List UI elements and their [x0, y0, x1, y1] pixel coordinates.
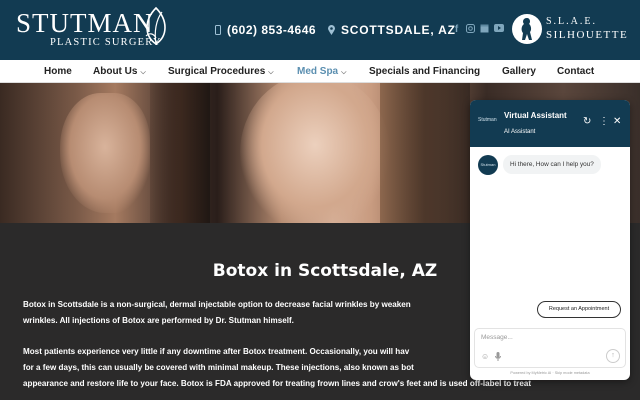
chevron-down-icon: ⌵: [140, 69, 146, 76]
header-bar: STUTMAN PLASTIC SURGERY (602) 853-4646 S…: [0, 0, 640, 60]
main-nav: Home About Us ⌵ Surgical Procedures ⌵ Med …: [0, 60, 640, 83]
slae-title: S.L.A.E.: [546, 16, 597, 27]
location-link[interactable]: SCOTTSDALE, AZ: [328, 23, 456, 37]
chevron-down-icon: ⌵: [268, 69, 274, 76]
map-pin-icon: [328, 25, 335, 35]
phone-link[interactable]: (602) 853-4646: [215, 23, 316, 37]
chat-logo: Stutman: [478, 117, 497, 123]
chat-header: Stutman Virtual Assistant AI Assistant ↻…: [470, 100, 630, 147]
leaf-logo-icon: [145, 6, 166, 45]
nav-item-contact[interactable]: Contact: [557, 66, 594, 77]
nav-item-surgical-procedures[interactable]: Surgical Procedures ⌵: [168, 66, 274, 77]
silhouette-badge-icon: [512, 14, 542, 44]
slae-silhouette-logo[interactable]: S.L.A.E. SILHOUETTE: [512, 14, 630, 46]
stutman-logo[interactable]: STUTMAN PLASTIC SURGERY: [16, 6, 176, 54]
phone-icon: [215, 25, 221, 35]
nav-item-specials-and-financing[interactable]: Specials and Financing: [369, 66, 480, 77]
microphone-icon[interactable]: [495, 352, 501, 363]
social-links: f: [452, 24, 504, 35]
nav-item-home[interactable]: Home: [44, 66, 72, 77]
google-my-business-icon[interactable]: [480, 24, 489, 35]
chat-title: Virtual Assistant: [504, 111, 567, 120]
instagram-icon[interactable]: [466, 24, 475, 35]
chat-input-placeholder: Message...: [481, 334, 513, 341]
send-icon[interactable]: ↑: [606, 349, 620, 363]
more-options-icon[interactable]: ⋮: [599, 116, 609, 128]
bot-message: Hi there, How can I help you?: [503, 155, 601, 174]
nav-item-gallery[interactable]: Gallery: [502, 66, 536, 77]
logo-wordmark: STUTMAN: [16, 8, 154, 38]
hero-face-profile: [60, 93, 150, 213]
location-text: SCOTTSDALE, AZ: [341, 23, 456, 37]
facebook-icon[interactable]: f: [452, 24, 461, 35]
bot-avatar: Stutman: [478, 155, 498, 175]
emoji-icon[interactable]: ☺: [481, 352, 489, 361]
chevron-down-icon: ⌵: [341, 69, 347, 76]
hero-hair: [150, 83, 210, 223]
nav-item-med-spa[interactable]: Med Spa ⌵: [297, 66, 346, 77]
nav-item-about-us[interactable]: About Us ⌵: [93, 66, 146, 77]
request-appointment-button[interactable]: Request an Appointment: [537, 301, 621, 318]
slae-subtitle: SILHOUETTE: [546, 29, 629, 41]
close-icon[interactable]: ✕: [613, 116, 621, 128]
phone-number: (602) 853-4646: [227, 23, 317, 37]
hero-face-front: [240, 83, 390, 223]
powered-by-text: Powered by MyMetric AI · Skip mode metad…: [510, 371, 590, 375]
youtube-icon[interactable]: [494, 24, 504, 35]
refresh-icon[interactable]: ↻: [583, 116, 591, 128]
virtual-assistant-widget[interactable]: Stutman Virtual Assistant AI Assistant ↻…: [470, 100, 630, 380]
hero-hair: [380, 83, 470, 223]
chat-message-input[interactable]: Message... ☺ ↑: [474, 328, 626, 368]
chat-subtitle: AI Assistant: [504, 129, 536, 135]
